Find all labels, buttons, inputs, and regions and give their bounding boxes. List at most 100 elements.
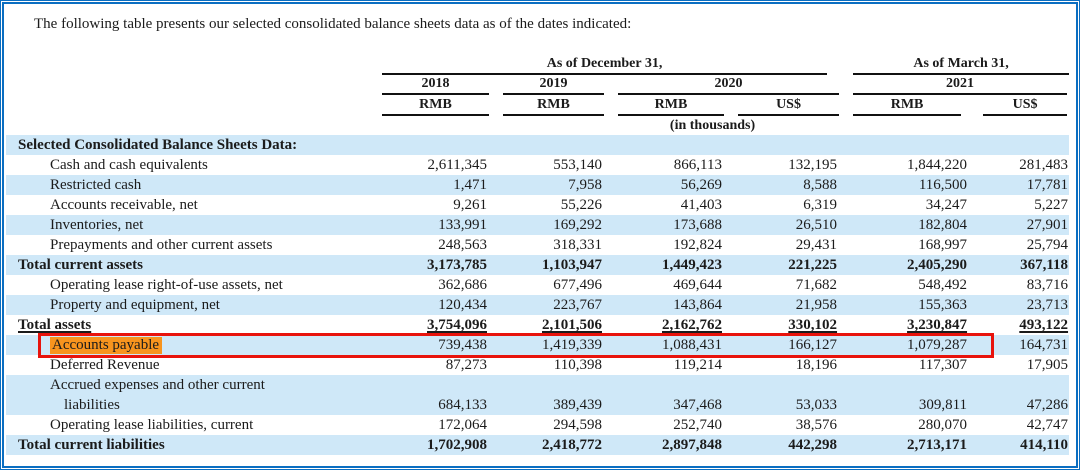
row-label: Operating lease right-of-use assets, net: [6, 275, 356, 295]
cell-value: 548,492: [841, 275, 971, 295]
cell-value: 1,702,908: [356, 435, 491, 455]
header-spacer: [6, 56, 356, 75]
header-group-march: As of March 31,: [841, 56, 1069, 75]
cell-value: 21,958: [726, 295, 841, 315]
header-unit-row: RMB RMB RMB US$ RMB US$: [6, 95, 1069, 116]
header-unit-2019-rmb: RMB: [491, 95, 606, 116]
document-page: The following table presents our selecte…: [2, 2, 1078, 468]
cell-value: 294,598: [491, 415, 606, 435]
row-label: Operating lease liabilities, current: [6, 415, 356, 435]
header-unit-2018-rmb: RMB: [356, 95, 491, 116]
cell-value: 1,471: [356, 175, 491, 195]
row-label: Total current liabilities: [6, 435, 356, 455]
cell-value: 119,214: [606, 355, 726, 375]
cell-value: 117,307: [841, 355, 971, 375]
cell-value: [841, 135, 971, 155]
table-header: As of December 31, As of March 31, 2018 …: [6, 56, 1069, 135]
cell-value: 155,363: [841, 295, 971, 315]
cell-value: 221,225: [726, 255, 841, 275]
cell-value: 18,196: [726, 355, 841, 375]
cell-value: 55,226: [491, 195, 606, 215]
cell-value: 166,127: [726, 335, 841, 355]
cell-value: 169,292: [491, 215, 606, 235]
cell-value: 367,118: [971, 255, 1069, 275]
table-row: Total assets3,754,0962,101,5062,162,7623…: [6, 315, 1069, 335]
header-unit-2021-rmb: RMB: [841, 95, 971, 116]
header-spacer: [6, 95, 356, 116]
document-frame: The following table presents our selecte…: [0, 0, 1080, 470]
cell-value: 2,897,848: [606, 435, 726, 455]
table-row: Restricted cash1,4717,95856,2698,588116,…: [6, 175, 1069, 195]
cell-value: 309,811: [841, 375, 971, 415]
cell-value: 442,298: [726, 435, 841, 455]
cell-value: 5,227: [971, 195, 1069, 215]
cell-value: 389,439: [491, 375, 606, 415]
cell-value: 280,070: [841, 415, 971, 435]
cell-value: 120,434: [356, 295, 491, 315]
cell-value: 71,682: [726, 275, 841, 295]
header-spacer: [6, 116, 356, 135]
header-year-2021: 2021: [841, 75, 1069, 95]
cell-value: 38,576: [726, 415, 841, 435]
header-spacer: [6, 75, 356, 95]
cell-value: 347,468: [606, 375, 726, 415]
table-row: Inventories, net133,991169,292173,68826,…: [6, 215, 1069, 235]
cell-value: 330,102: [726, 315, 841, 335]
table-row: Accounts receivable, net9,26155,22641,40…: [6, 195, 1069, 215]
cell-value: 248,563: [356, 235, 491, 255]
cell-value: 553,140: [491, 155, 606, 175]
header-unit-2020-usd: US$: [726, 95, 841, 116]
cell-value: 172,064: [356, 415, 491, 435]
table-body: Selected Consolidated Balance Sheets Dat…: [6, 135, 1069, 455]
cell-value: 252,740: [606, 415, 726, 435]
cell-value: 677,496: [491, 275, 606, 295]
table-row: Deferred Revenue87,273110,398119,21418,1…: [6, 355, 1069, 375]
row-label: Deferred Revenue: [6, 355, 356, 375]
cell-value: 362,686: [356, 275, 491, 295]
cell-value: 26,510: [726, 215, 841, 235]
table-row: Total current liabilities1,702,9082,418,…: [6, 435, 1069, 455]
header-unit-2020-rmb: RMB: [606, 95, 726, 116]
cell-value: 168,997: [841, 235, 971, 255]
cell-value: 17,781: [971, 175, 1069, 195]
row-label: Prepayments and other current assets: [6, 235, 356, 255]
cell-value: 1,103,947: [491, 255, 606, 275]
cell-value: 17,905: [971, 355, 1069, 375]
cell-value: 83,716: [971, 275, 1069, 295]
cell-value: 133,991: [356, 215, 491, 235]
cell-value: 1,088,431: [606, 335, 726, 355]
table-row: Selected Consolidated Balance Sheets Dat…: [6, 135, 1069, 155]
row-label: Accrued expenses and other currentliabil…: [6, 375, 356, 415]
cell-value: 1,079,287: [841, 335, 971, 355]
header-group-december: As of December 31,: [356, 56, 841, 75]
cell-value: 25,794: [971, 235, 1069, 255]
cell-value: 1,844,220: [841, 155, 971, 175]
intro-text: The following table presents our selecte…: [34, 14, 1076, 34]
header-group-row: As of December 31, As of March 31,: [6, 56, 1069, 75]
cell-value: [971, 135, 1069, 155]
cell-value: 414,110: [971, 435, 1069, 455]
row-label: Property and equipment, net: [6, 295, 356, 315]
header-year-2020: 2020: [606, 75, 841, 95]
cell-value: 192,824: [606, 235, 726, 255]
cell-value: 318,331: [491, 235, 606, 255]
cell-value: 1,419,339: [491, 335, 606, 355]
table-row: Operating lease right-of-use assets, net…: [6, 275, 1069, 295]
row-label: Selected Consolidated Balance Sheets Dat…: [6, 135, 356, 155]
cell-value: 2,101,506: [491, 315, 606, 335]
cell-value: 493,122: [971, 315, 1069, 335]
cell-value: 164,731: [971, 335, 1069, 355]
cell-value: 2,611,345: [356, 155, 491, 175]
header-year-2019: 2019: [491, 75, 606, 95]
row-label: Restricted cash: [6, 175, 356, 195]
cell-value: 41,403: [606, 195, 726, 215]
cell-value: 47,286: [971, 375, 1069, 415]
cell-value: 116,500: [841, 175, 971, 195]
row-label: Total assets: [6, 315, 356, 335]
cell-value: 87,273: [356, 355, 491, 375]
row-label: Inventories, net: [6, 215, 356, 235]
cell-value: 8,588: [726, 175, 841, 195]
cell-value: 23,713: [971, 295, 1069, 315]
table-row: Accrued expenses and other currentliabil…: [6, 375, 1069, 415]
row-label: Cash and cash equivalents: [6, 155, 356, 175]
